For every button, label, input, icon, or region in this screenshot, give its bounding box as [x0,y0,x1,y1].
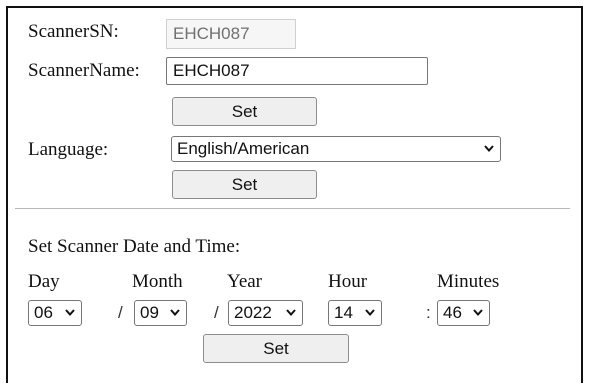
scanner-name-input[interactable] [166,57,428,85]
scanner-sn-label: ScannerSN: [28,21,119,42]
minutes-select-value: 46 [443,303,462,322]
chevron-down-icon [65,309,75,317]
date-separator: / [118,303,123,322]
day-select-value: 06 [34,303,53,322]
month-label: Month [132,271,183,292]
year-label: Year [227,271,263,292]
date-separator: / [214,303,219,322]
hour-select[interactable]: 14 [328,300,382,326]
scanner-name-label: ScannerName: [28,60,140,81]
language-select-value: English/American [177,139,310,158]
year-select-value: 2022 [234,303,272,322]
chevron-down-icon [170,309,180,317]
set-datetime-button[interactable]: Set [203,334,349,363]
language-select[interactable]: English/American [171,136,501,162]
day-label: Day [28,271,60,292]
set-scanner-name-button[interactable]: Set [172,97,317,126]
month-select-value: 09 [140,303,159,322]
hour-label: Hour [328,271,368,292]
scanner-sn-field: EHCH087 [166,19,296,49]
section-divider [15,208,570,209]
month-select[interactable]: 09 [134,300,187,326]
language-label: Language: [28,139,109,160]
chevron-down-icon [365,309,375,317]
minutes-label: Minutes [437,271,500,292]
day-select[interactable]: 06 [28,300,82,326]
set-language-button[interactable]: Set [172,170,317,199]
year-select[interactable]: 2022 [228,300,303,326]
minutes-select[interactable]: 46 [437,300,490,326]
chevron-down-icon [286,309,296,317]
chevron-down-icon [484,145,494,153]
hour-select-value: 14 [334,303,353,322]
chevron-down-icon [473,309,483,317]
datetime-heading: Set Scanner Date and Time: [28,236,241,257]
time-separator: : [426,303,431,322]
